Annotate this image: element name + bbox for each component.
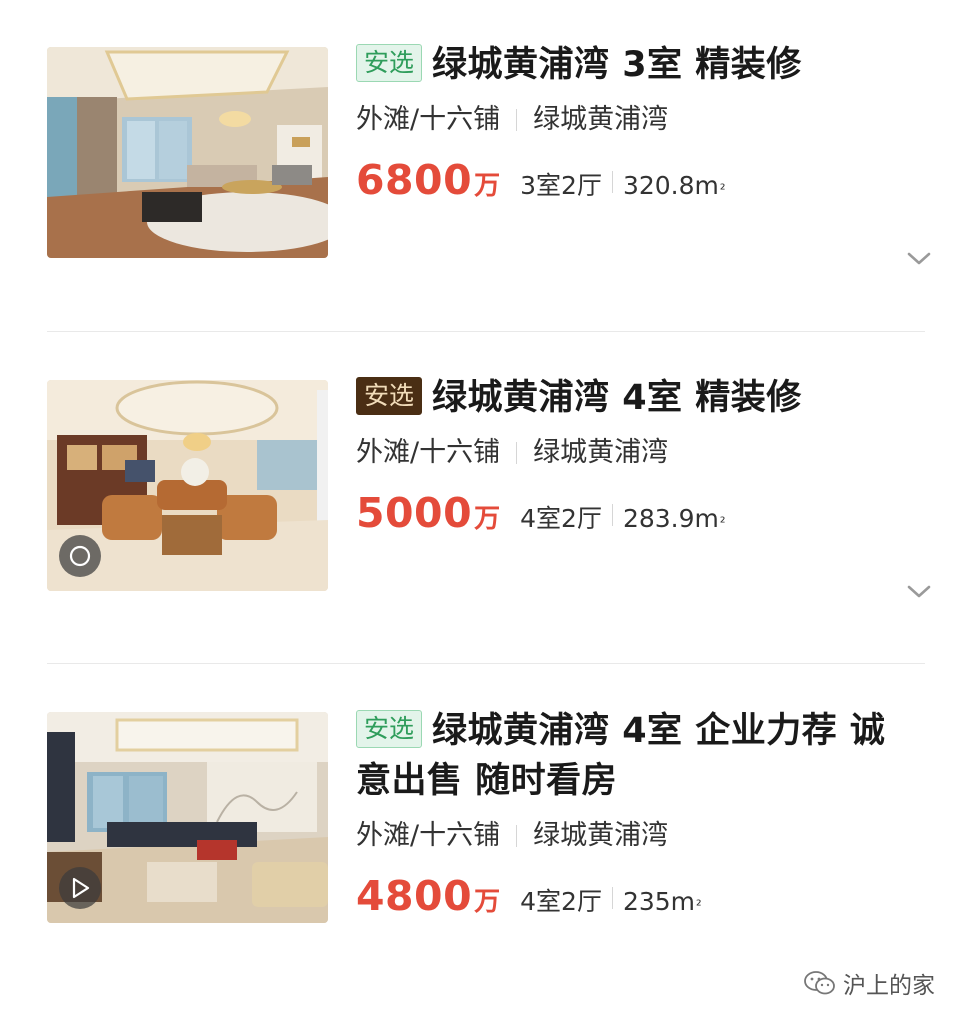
divider: [516, 109, 518, 131]
room-layout: 4室2厅: [520, 504, 602, 533]
community-label: 绿城黄浦湾: [533, 820, 669, 851]
district-label: 外滩/十六铺: [356, 820, 501, 851]
anxuan-tag: 安选: [356, 710, 423, 748]
divider: [516, 825, 518, 847]
divider: [611, 171, 613, 193]
listing-title-continued[interactable]: 意出售 随时看房: [356, 756, 936, 806]
price-line: 6800 万 3室2厅 320.8m ²: [356, 156, 936, 208]
room-layout: 3室2厅: [520, 171, 602, 200]
listing-photo[interactable]: [47, 712, 328, 923]
price-unit: 万: [474, 887, 501, 917]
total-price: 5000: [356, 489, 473, 537]
room-layout: 4室2厅: [520, 887, 602, 916]
location-line: 外滩/十六铺 绿城黄浦湾: [356, 433, 936, 473]
total-price: 6800: [356, 156, 473, 204]
floor-area: 320.8m ²: [622, 171, 726, 200]
watermark-text: 沪上的家: [843, 973, 935, 999]
vr-icon[interactable]: [59, 535, 101, 577]
district-label: 外滩/十六铺: [356, 104, 501, 135]
listing-title[interactable]: 安选 绿城黄浦湾 4室 企业力荐 诚: [356, 706, 936, 756]
anxuan-tag: 安选: [356, 44, 423, 82]
title-text[interactable]: 绿城黄浦湾 4室 企业力荐 诚: [432, 711, 885, 751]
listing-title[interactable]: 安选 绿城黄浦湾 3室 精装修: [356, 40, 936, 90]
floor-area: 283.9m ²: [622, 504, 726, 533]
location-line: 外滩/十六铺 绿城黄浦湾: [356, 816, 936, 856]
price-line: 5000 万 4室2厅 283.9m ²: [356, 489, 936, 541]
floor-area: 235m ²: [622, 887, 702, 916]
title-text[interactable]: 绿城黄浦湾 4室 精装修: [432, 378, 802, 418]
title-text[interactable]: 绿城黄浦湾 3室 精装修: [432, 45, 802, 85]
divider: [516, 442, 518, 464]
listing-photo[interactable]: [47, 47, 328, 258]
location-line: 外滩/十六铺 绿城黄浦湾: [356, 100, 936, 140]
district-label: 外滩/十六铺: [356, 437, 501, 468]
listing-title[interactable]: 安选 绿城黄浦湾 4室 精装修: [356, 373, 936, 423]
title-text[interactable]: 意出售 随时看房: [356, 761, 617, 801]
play-icon[interactable]: [59, 867, 101, 909]
chevron-down-icon[interactable]: [906, 584, 932, 600]
price-unit: 万: [474, 171, 501, 201]
divider: [611, 887, 613, 909]
listing-divider: [47, 331, 925, 332]
total-price: 4800: [356, 872, 473, 920]
listing-divider: [47, 663, 925, 664]
listing-photo[interactable]: [47, 380, 328, 591]
account-watermark: 沪上的家: [803, 966, 935, 1000]
divider: [611, 504, 613, 526]
price-unit: 万: [474, 504, 501, 534]
community-label: 绿城黄浦湾: [533, 104, 669, 135]
wechat-icon: [804, 971, 835, 995]
chevron-down-icon[interactable]: [906, 251, 932, 267]
anxuan-tag: 安选: [356, 377, 423, 415]
community-label: 绿城黄浦湾: [533, 437, 669, 468]
price-line: 4800 万 4室2厅 235m ²: [356, 872, 936, 924]
